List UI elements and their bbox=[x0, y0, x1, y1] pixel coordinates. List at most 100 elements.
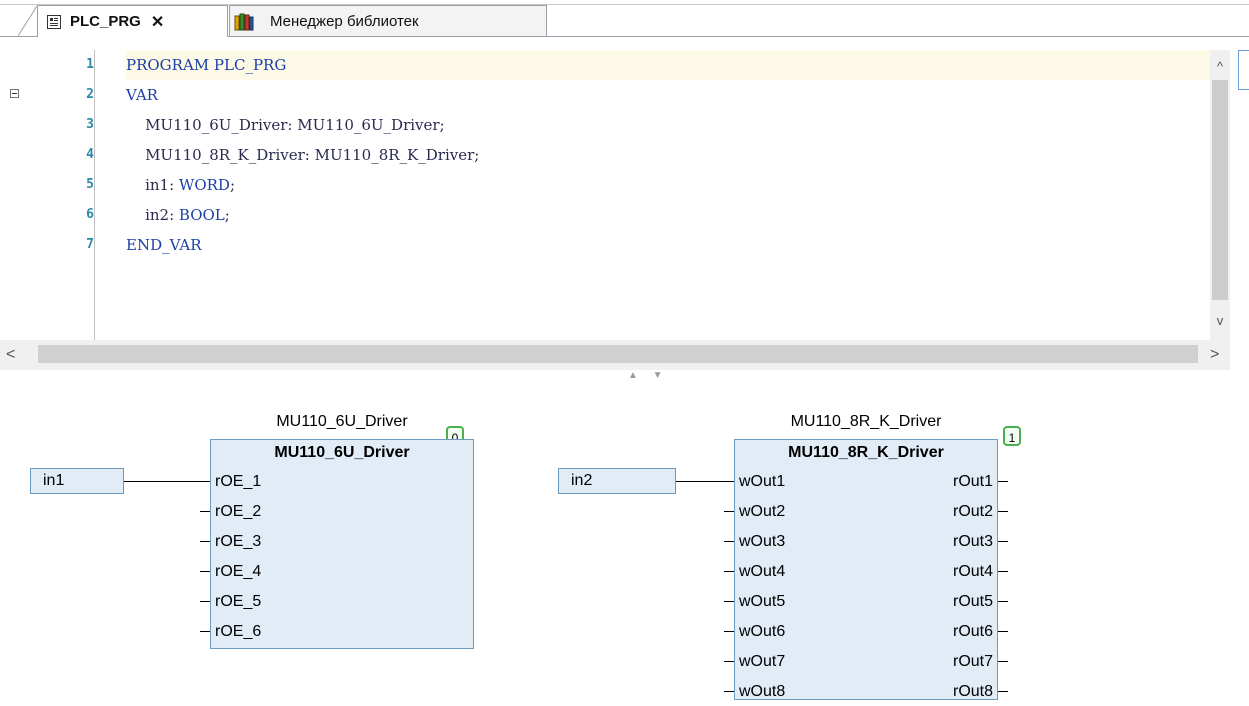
pin-stub bbox=[998, 511, 1008, 512]
fb-input-pin[interactable]: wOut5 bbox=[739, 588, 785, 616]
code-line[interactable]: END_VAR bbox=[126, 230, 202, 260]
scroll-down-icon[interactable]: v bbox=[1210, 312, 1230, 330]
execution-order-badge: 1 bbox=[1003, 426, 1021, 446]
pane-splitter-arrows-icon[interactable]: ▲ ▼ bbox=[628, 370, 669, 381]
code-text: ; bbox=[229, 176, 236, 194]
code-keyword: BOOL bbox=[178, 206, 225, 224]
fb-input-pin[interactable]: wOut6 bbox=[739, 618, 785, 646]
pin-stub bbox=[724, 571, 734, 572]
pin-stub bbox=[200, 571, 210, 572]
code-line[interactable]: PROGRAM PLC_PRG bbox=[126, 50, 286, 80]
horizontal-scrollbar[interactable]: < > bbox=[0, 340, 1230, 370]
tab-library-manager-label: Менеджер библиотек bbox=[270, 12, 419, 30]
pin-stub bbox=[724, 541, 734, 542]
code-text: MU110_8R_K_Driver: MU110_8R_K_Driver; bbox=[145, 146, 480, 164]
fbd-diagram[interactable]: MU110_6U_Driver 0 MU110_6U_Driver rOE_1 … bbox=[0, 385, 1249, 700]
pin-stub bbox=[998, 571, 1008, 572]
code-text: in2: bbox=[145, 206, 179, 224]
fb-input-pin[interactable]: wOut8 bbox=[739, 678, 785, 706]
declaration-editor[interactable]: 1 2 3 4 5 6 7 PROGRAM PLC_PRG VAR MU110_… bbox=[0, 50, 1249, 340]
collapse-icon[interactable] bbox=[10, 89, 19, 98]
fb-output-pin[interactable]: rOut8 bbox=[953, 678, 993, 706]
input-variable-in1[interactable]: in1 bbox=[30, 468, 124, 494]
function-block-mu110-6u[interactable]: MU110_6U_Driver rOE_1 rOE_2 rOE_3 rOE_4 … bbox=[210, 439, 474, 649]
pin-stub bbox=[998, 601, 1008, 602]
panel-edge-handle[interactable] bbox=[1238, 50, 1249, 90]
line-number: 4 bbox=[86, 147, 94, 162]
function-block-mu110-8r-k[interactable]: MU110_8R_K_Driver wOut1 wOut2 wOut3 wOut… bbox=[734, 439, 998, 700]
line-number-gutter: 1 2 3 4 5 6 7 bbox=[30, 50, 94, 340]
code-area[interactable]: PROGRAM PLC_PRG VAR MU110_6U_Driver: MU1… bbox=[126, 50, 1210, 340]
fb-input-pin[interactable]: wOut3 bbox=[739, 528, 785, 556]
pin-stub bbox=[724, 631, 734, 632]
fb-input-pin[interactable]: wOut7 bbox=[739, 648, 785, 676]
fb-input-pin[interactable]: wOut1 bbox=[739, 468, 785, 496]
fb-input-pin[interactable]: rOE_2 bbox=[215, 498, 261, 526]
fb-input-pin[interactable]: rOE_3 bbox=[215, 528, 261, 556]
fb-instance-name[interactable]: MU110_8R_K_Driver bbox=[734, 413, 998, 431]
code-text: in1: bbox=[145, 176, 179, 194]
fb-output-pin[interactable]: rOut1 bbox=[953, 468, 993, 496]
tab-plc-prg[interactable]: PLC_PRG ✕ bbox=[37, 5, 228, 37]
fold-gutter bbox=[0, 50, 30, 340]
scroll-left-icon[interactable]: < bbox=[6, 346, 15, 364]
scroll-right-icon[interactable]: > bbox=[1210, 346, 1219, 364]
fb-input-pin[interactable]: rOE_6 bbox=[215, 618, 261, 646]
fb-instance-name[interactable]: MU110_6U_Driver bbox=[210, 413, 474, 431]
connection-wire bbox=[124, 481, 210, 482]
pin-stub bbox=[998, 631, 1008, 632]
editor-tab-strip: PLC_PRG ✕ Менеджер библиотек bbox=[0, 0, 1249, 37]
code-text: MU110_6U_Driver: MU110_6U_Driver; bbox=[145, 116, 445, 134]
code-line[interactable]: in2: BOOL; bbox=[126, 200, 230, 230]
pin-stub bbox=[200, 631, 210, 632]
fb-input-pin[interactable]: rOE_1 bbox=[215, 468, 261, 496]
fb-type-name: MU110_6U_Driver bbox=[274, 444, 410, 461]
line-number: 7 bbox=[86, 237, 94, 252]
fb-output-pin[interactable]: rOut2 bbox=[953, 498, 993, 526]
horizontal-scroll-thumb[interactable] bbox=[38, 345, 1198, 363]
connection-wire bbox=[676, 481, 734, 482]
code-text: VAR bbox=[126, 86, 158, 104]
fb-input-pin[interactable]: wOut2 bbox=[739, 498, 785, 526]
pin-stub bbox=[998, 541, 1008, 542]
line-number: 1 bbox=[86, 57, 94, 72]
scroll-up-icon[interactable]: ^ bbox=[1210, 58, 1230, 76]
code-line[interactable]: VAR bbox=[126, 80, 158, 110]
pin-stub bbox=[200, 511, 210, 512]
fb-input-pin[interactable]: wOut4 bbox=[739, 558, 785, 586]
program-icon bbox=[46, 14, 62, 30]
line-number: 3 bbox=[86, 117, 94, 132]
code-line[interactable]: in1: WORD; bbox=[126, 170, 235, 200]
fb-output-pin[interactable]: rOut4 bbox=[953, 558, 993, 586]
pin-stub bbox=[200, 601, 210, 602]
pin-stub bbox=[724, 511, 734, 512]
pin-stub bbox=[724, 691, 734, 692]
fb-output-pin[interactable]: rOut6 bbox=[953, 618, 993, 646]
line-number: 5 bbox=[86, 177, 94, 192]
input-variable-in2[interactable]: in2 bbox=[558, 468, 676, 494]
code-line[interactable]: MU110_6U_Driver: MU110_6U_Driver; bbox=[126, 110, 445, 140]
code-text: PROGRAM PLC_PRG bbox=[126, 56, 287, 74]
line-number: 2 bbox=[86, 87, 94, 102]
pin-stub bbox=[998, 661, 1008, 662]
code-line[interactable]: MU110_8R_K_Driver: MU110_8R_K_Driver; bbox=[126, 140, 479, 170]
gutter-separator bbox=[94, 50, 95, 340]
fb-input-pin[interactable]: rOE_4 bbox=[215, 558, 261, 586]
tab-plc-prg-label: PLC_PRG bbox=[70, 13, 141, 30]
pin-stub bbox=[998, 691, 1008, 692]
fb-output-pin[interactable]: rOut7 bbox=[953, 648, 993, 676]
fb-output-pin[interactable]: rOut3 bbox=[953, 528, 993, 556]
vertical-scroll-thumb[interactable] bbox=[1212, 80, 1228, 300]
pin-stub bbox=[998, 481, 1008, 482]
line-number: 6 bbox=[86, 207, 94, 222]
fb-output-pin[interactable]: rOut5 bbox=[953, 588, 993, 616]
tab-library-manager[interactable]: Менеджер библиотек bbox=[229, 5, 547, 36]
fb-input-pin[interactable]: rOE_5 bbox=[215, 588, 261, 616]
current-line-highlight bbox=[126, 50, 1210, 80]
close-icon[interactable]: ✕ bbox=[151, 12, 164, 32]
vertical-scrollbar[interactable]: ^ v bbox=[1210, 50, 1230, 340]
